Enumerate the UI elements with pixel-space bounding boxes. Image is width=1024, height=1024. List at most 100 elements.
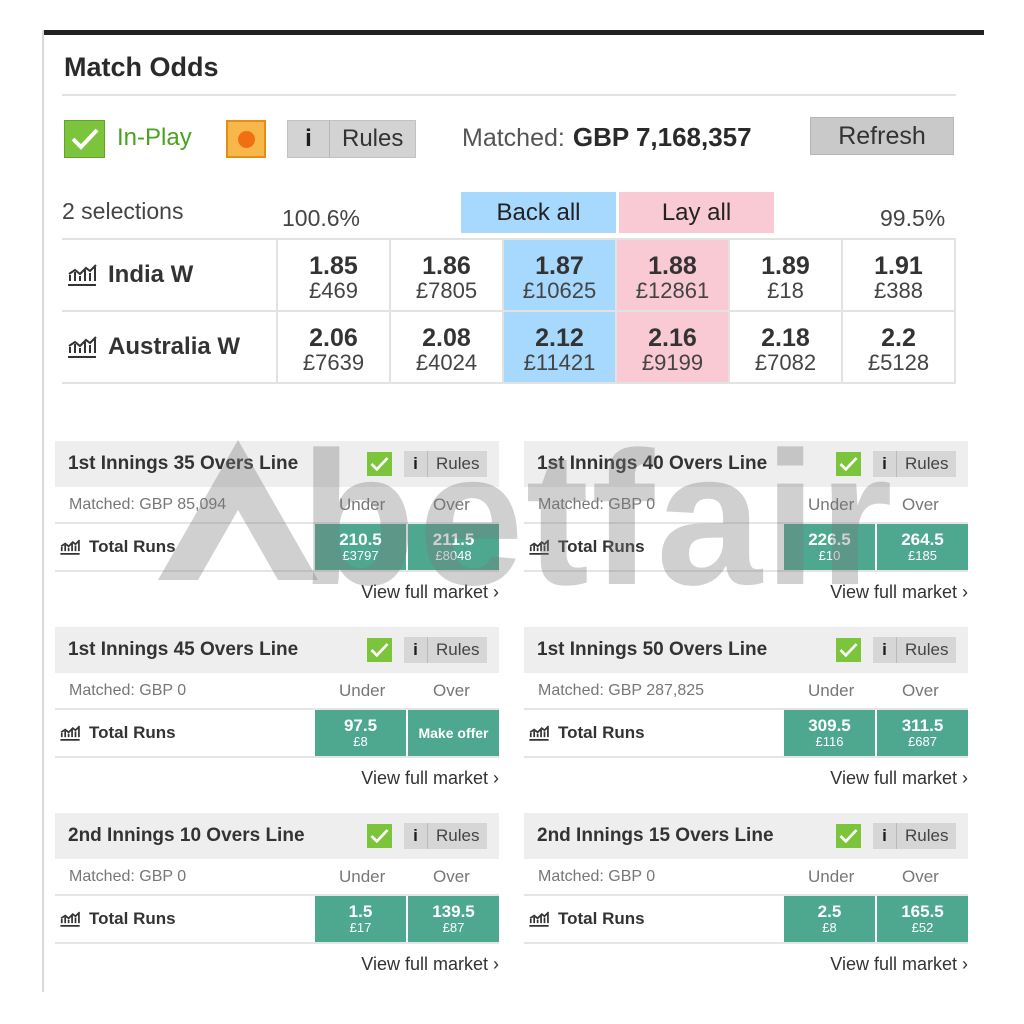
runner-label: India W <box>108 261 194 288</box>
runner-name[interactable]: Total Runs <box>55 537 176 557</box>
line-market-panel: 1st Innings 35 Overs Line i Rules Matche… <box>55 441 499 612</box>
chart-icon[interactable] <box>528 724 550 742</box>
panel-title[interactable]: 1st Innings 45 Overs Line <box>68 639 298 661</box>
runner-name[interactable]: Total Runs <box>524 909 645 929</box>
under-price-cell[interactable]: 309.5 £116 <box>784 710 875 756</box>
check-icon <box>836 452 861 476</box>
size: £116 <box>815 734 844 749</box>
rules-button[interactable]: i Rules <box>873 451 957 477</box>
rules-button[interactable]: i Rules <box>404 451 488 477</box>
chart-icon[interactable] <box>59 910 81 928</box>
check-icon <box>836 824 861 848</box>
best-lay-price-cell[interactable]: 1.88 £12861 <box>617 240 730 310</box>
runner-row: Total Runs 210.5 £3797 211.5 £8048 <box>55 524 499 572</box>
price: 1.88 <box>648 252 697 280</box>
runner-name[interactable]: India W <box>62 240 278 310</box>
rules-label: Rules <box>905 454 949 473</box>
size: £10625 <box>522 278 597 303</box>
line-market-panel: 1st Innings 45 Overs Line i Rules Matche… <box>55 627 499 798</box>
rules-button[interactable]: i Rules <box>873 637 957 663</box>
view-full-market-link[interactable]: View full market › <box>55 758 499 798</box>
price: 139.5 <box>432 902 475 921</box>
size: £185 <box>908 548 937 563</box>
panel-subheader: Matched: GBP 0 Under Over <box>524 859 968 896</box>
best-back-price-cell[interactable]: 2.12 £11421 <box>504 312 617 382</box>
back-price-cell[interactable]: 2.08 £4024 <box>391 312 504 382</box>
chart-icon[interactable] <box>66 335 98 359</box>
under-price-cell[interactable]: 1.5 £17 <box>315 896 406 942</box>
rules-button[interactable]: i Rules <box>404 637 488 663</box>
size: £9199 <box>641 350 704 375</box>
chart-icon[interactable] <box>528 910 550 928</box>
size: £52 <box>911 920 934 935</box>
over-price-cell[interactable]: 139.5 £87 <box>408 896 499 942</box>
size: £5128 <box>867 350 930 375</box>
lay-price-cell[interactable]: 1.91 £388 <box>843 240 956 310</box>
make-offer-button[interactable]: Make offer <box>408 710 499 756</box>
runner-name[interactable]: Total Runs <box>55 909 176 929</box>
lay-price-cell[interactable]: 2.2 £5128 <box>843 312 956 382</box>
back-all-button[interactable]: Back all <box>461 192 616 233</box>
runner-name[interactable]: Total Runs <box>524 537 645 557</box>
price: 2.06 <box>309 324 358 352</box>
view-full-market-link[interactable]: View full market › <box>524 944 968 984</box>
back-price-cell[interactable]: 1.85 £469 <box>278 240 391 310</box>
refresh-button[interactable]: Refresh <box>810 117 954 155</box>
panel-subheader: Matched: GBP 287,825 Under Over <box>524 673 968 710</box>
size: £469 <box>309 278 358 303</box>
under-price-cell[interactable]: 2.5 £8 <box>784 896 875 942</box>
panel-title[interactable]: 2nd Innings 15 Overs Line <box>537 825 774 847</box>
over-price-cell[interactable]: 165.5 £52 <box>877 896 968 942</box>
runner-name[interactable]: Australia W <box>62 312 278 382</box>
rules-button[interactable]: i Rules <box>404 823 488 849</box>
back-price-cell[interactable]: 2.06 £7639 <box>278 312 391 382</box>
matched-amount: Matched: GBP 85,094 <box>69 495 227 513</box>
rules-label: Rules <box>342 125 404 152</box>
view-full-market-link[interactable]: View full market › <box>524 572 968 612</box>
over-price-cell[interactable]: 211.5 £8048 <box>408 524 499 570</box>
panel-title[interactable]: 1st Innings 50 Overs Line <box>537 639 767 661</box>
view-full-market-link[interactable]: View full market › <box>55 944 499 984</box>
under-price-cell[interactable]: 226.5 £10 <box>784 524 875 570</box>
panel-header: 2nd Innings 15 Overs Line i Rules <box>524 813 968 859</box>
runner-name[interactable]: Total Runs <box>55 723 176 743</box>
panel-title[interactable]: 1st Innings 40 Overs Line <box>537 453 767 475</box>
matched-label: Matched: <box>462 124 565 152</box>
best-back-price-cell[interactable]: 1.87 £10625 <box>504 240 617 310</box>
over-price-cell[interactable]: 264.5 £185 <box>877 524 968 570</box>
info-icon: i <box>873 637 897 663</box>
price: 165.5 <box>901 902 944 921</box>
runner-name[interactable]: Total Runs <box>524 723 645 743</box>
chart-icon[interactable] <box>528 538 550 556</box>
view-full-market-link[interactable]: View full market › <box>524 758 968 798</box>
chart-icon[interactable] <box>59 724 81 742</box>
line-market-panel: 1st Innings 40 Overs Line i Rules Matche… <box>524 441 968 612</box>
lay-price-cell[interactable]: 1.89 £18 <box>730 240 843 310</box>
info-icon: i <box>404 451 428 477</box>
back-price-cell[interactable]: 1.86 £7805 <box>391 240 504 310</box>
runner-row: Total Runs 226.5 £10 264.5 £185 <box>524 524 968 572</box>
runner-row: Total Runs 1.5 £17 139.5 £87 <box>55 896 499 944</box>
under-price-cell[interactable]: 210.5 £3797 <box>315 524 406 570</box>
size: £11421 <box>523 350 596 375</box>
over-header: Over <box>902 866 939 886</box>
chart-icon[interactable] <box>59 538 81 556</box>
runner-label: Total Runs <box>558 909 645 928</box>
chart-icon[interactable] <box>66 263 98 287</box>
panel-title[interactable]: 1st Innings 35 Overs Line <box>68 453 298 475</box>
rules-button[interactable]: i Rules <box>287 120 417 158</box>
price: 211.5 <box>432 530 475 549</box>
best-lay-price-cell[interactable]: 2.16 £9199 <box>617 312 730 382</box>
inplay-label: In-Play <box>117 124 192 151</box>
rules-button[interactable]: i Rules <box>873 823 957 849</box>
view-full-market-link[interactable]: View full market › <box>55 572 499 612</box>
lay-price-cell[interactable]: 2.18 £7082 <box>730 312 843 382</box>
size: £8048 <box>435 548 472 563</box>
size: £388 <box>874 278 923 303</box>
panel-title[interactable]: 2nd Innings 10 Overs Line <box>68 825 305 847</box>
under-header: Under <box>339 680 386 700</box>
under-price-cell[interactable]: 97.5 £8 <box>315 710 406 756</box>
rules-label: Rules <box>436 826 480 845</box>
lay-all-button[interactable]: Lay all <box>619 192 774 233</box>
over-price-cell[interactable]: 311.5 £687 <box>877 710 968 756</box>
